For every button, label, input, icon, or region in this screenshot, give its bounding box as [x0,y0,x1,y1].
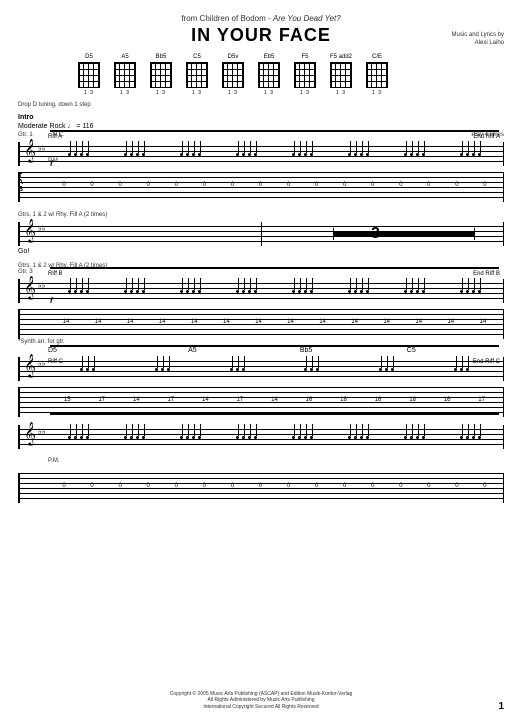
copyright: Copyright © 2005 Music Arts Publishing (… [0,691,522,711]
chord-diagram: D5v1 3 [222,54,244,96]
key-sig: ♭♭ [38,224,46,233]
album-title: Are You Dead Yet? [273,14,341,23]
system-5: 𝄞 ♭♭ P.M. 0000 0000 0000 0000 [18,425,504,503]
chord-diagram: F51 3 [294,54,316,96]
end-riff-b-label: End Riff B [473,271,500,277]
chord-diagram: C/E1 3 [366,54,388,96]
from-prefix: from Children of Bodom - [181,14,273,23]
page-number: 1 [498,701,504,712]
notation-staff: 𝄞 ♭♭ f [18,279,504,303]
key-sig: ♭♭ [38,427,46,436]
gtr3-label: Gtr. 3 [18,269,504,275]
treble-clef-icon: 𝄞 [24,140,36,163]
multi-rest: 3 [371,225,380,243]
credits: Music and Lyrics by Alexi Laiho [452,32,504,48]
tab-staff: 14141414 14141414 14141414 1414 [18,309,504,339]
notation-staff: 𝄞 ♭♭ [18,425,504,449]
chord-a5: A5 [188,347,197,354]
credits-line1: Music and Lyrics by [452,32,504,40]
system-4: D5 A5 Bb5 C5 Riff C End Riff C 𝄞 ♭♭ 1517… [18,357,504,417]
section-intro: Intro [18,114,504,121]
system-3: Riff B End Riff B 𝄞 ♭♭ f 14141414 141414… [18,279,504,339]
tempo-marking: Moderate Rock ♩ = 116 [18,123,504,130]
credits-line2: Alexi Laiho [452,40,504,48]
chord-diagram: Eb51 3 [258,54,280,96]
treble-clef-icon: 𝄞 [24,277,36,300]
system-1: Riff A End Riff A 𝄞 ♭♭ f P.M. TAB 0000 0… [18,142,504,202]
chord-diagram: Bb51 3 [150,54,172,96]
notation-staff: 𝄞 ♭♭ 3 [18,222,504,246]
tab-staff: 0000 0000 0000 0000 [18,473,504,503]
sheet-music-page: from Children of Bodom - Are You Dead Ye… [0,0,522,720]
dynamic-f: f [50,296,53,305]
chord-c5: C5 [407,347,416,354]
source-line: from Children of Bodom - Are You Dead Ye… [18,14,504,23]
chord-diagrams: D51 3 A51 3 Bb51 3 C51 3 D5v1 3 Eb51 3 F… [78,54,504,96]
copyright-line3: International Copyright Secured All Righ… [0,704,522,711]
chord-diagram: A51 3 [114,54,136,96]
key-sig: ♭♭ [38,281,46,290]
pm-label: P.M. [48,458,60,464]
riff-a-label: Riff A [48,134,62,140]
notation-staff: 𝄞 ♭♭ f [18,142,504,166]
chord-diagram: F5 add21 3 [330,54,352,96]
tuning-note: Drop D tuning, down 1 step [18,102,504,108]
lyric-go: Go! [18,248,504,255]
system-2: 𝄞 ♭♭ 3 [18,222,504,246]
key-sig: ♭♭ [38,359,46,368]
pm-label: P.M. [48,158,60,164]
chord-diagram: D51 3 [78,54,100,96]
chord-d5: D5 [48,347,57,354]
treble-clef-icon: 𝄞 [24,355,36,378]
notation-staff: 𝄞 ♭♭ [18,357,504,381]
treble-clef-icon: 𝄞 [24,220,36,243]
header: from Children of Bodom - Are You Dead Ye… [18,14,504,46]
song-title: IN YOUR FACE [18,25,504,46]
key-sig: ♭♭ [38,144,46,153]
riff-b-label: Riff B [48,271,63,277]
treble-clef-icon: 𝄞 [24,423,36,446]
tab-staff: TAB 0000 0000 0000 0000 [18,172,504,202]
chord-diagram: C51 3 [186,54,208,96]
chord-bb5: Bb5 [300,347,312,354]
gtr1-label: Gtr. 1 [18,132,33,138]
gtrs12-label: Gtrs. 1 & 2 w/ Rhy. Fill A (2 times) [18,212,504,218]
end-riff-a-label: End Riff A [473,134,500,140]
